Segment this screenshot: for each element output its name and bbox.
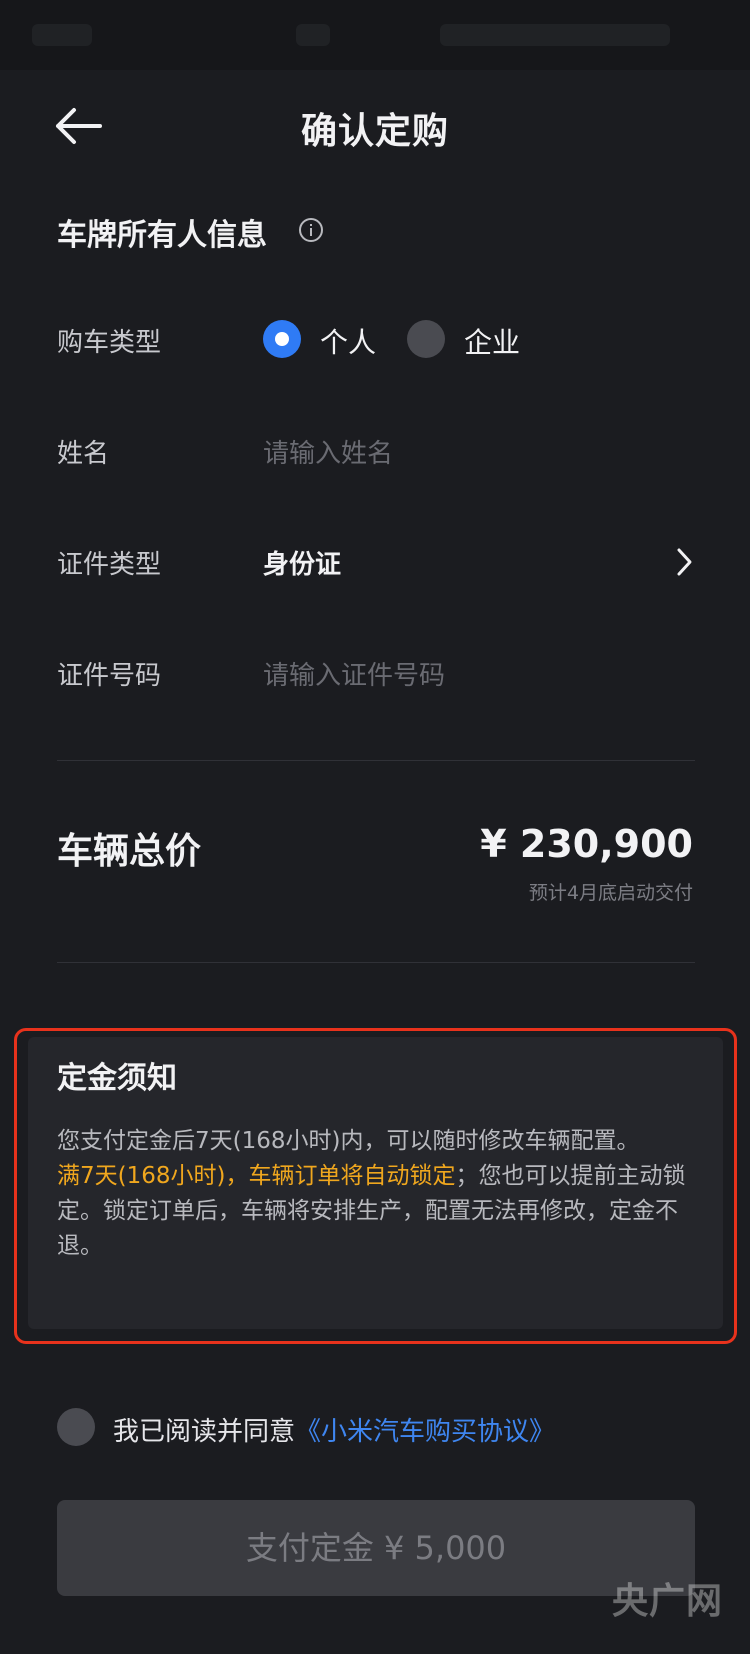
page-title: 确认定购: [300, 111, 449, 152]
notice-line-1: 您支付定金后7天(168小时)内，可以随时修改车辆配置。: [57, 1128, 640, 1154]
deposit-notice-body: 您支付定金后7天(168小时)内，可以随时修改车辆配置。 满7天(168小时)，车…: [57, 1124, 697, 1264]
id-type-label: 证件类型: [57, 550, 162, 580]
watermark-logo: 央广网: [612, 1581, 724, 1622]
nav-bar: 确认定购: [0, 70, 750, 180]
agreement-label: 我已阅读并同意: [113, 1417, 296, 1447]
id-type-value[interactable]: 身份证: [263, 544, 341, 581]
radio-personal-label: 个人: [320, 326, 377, 359]
id-number-input[interactable]: 请输入证件号码: [263, 655, 445, 692]
name-label: 姓名: [57, 439, 110, 469]
total-price-value: ¥ 230,900: [480, 822, 693, 866]
divider: [57, 760, 695, 761]
id-number-label: 证件号码: [57, 661, 162, 691]
owner-section-title: 车牌所有人信息: [57, 218, 267, 253]
status-time-blur: [32, 24, 92, 46]
agreement-link[interactable]: 《小米汽车购买协议》: [295, 1417, 555, 1447]
status-indicators-blur: [440, 24, 670, 46]
radio-enterprise-label: 企业: [464, 326, 521, 359]
deposit-notice-title: 定金须知: [57, 1061, 177, 1096]
purchase-type-label: 购车类型: [57, 328, 162, 358]
status-bar: [0, 0, 750, 70]
chevron-right-icon[interactable]: [670, 544, 698, 580]
radio-enterprise[interactable]: [407, 320, 445, 358]
name-input[interactable]: 请输入姓名: [263, 433, 393, 470]
agreement-text: 我已阅读并同意《小米汽车购买协议》: [113, 1411, 555, 1448]
delivery-note: 预计4月底启动交付: [528, 882, 693, 904]
status-icon-blur: [296, 24, 330, 46]
total-price-label: 车辆总价: [57, 831, 202, 872]
notice-highlight: 满7天(168小时)，车辆订单将自动锁定: [57, 1163, 456, 1189]
agreement-checkbox[interactable]: [57, 1408, 95, 1446]
divider: [57, 962, 695, 963]
radio-personal[interactable]: [263, 320, 301, 358]
pay-deposit-button[interactable]: 支付定金 ¥ 5,000: [57, 1500, 695, 1596]
info-icon[interactable]: [298, 217, 324, 243]
